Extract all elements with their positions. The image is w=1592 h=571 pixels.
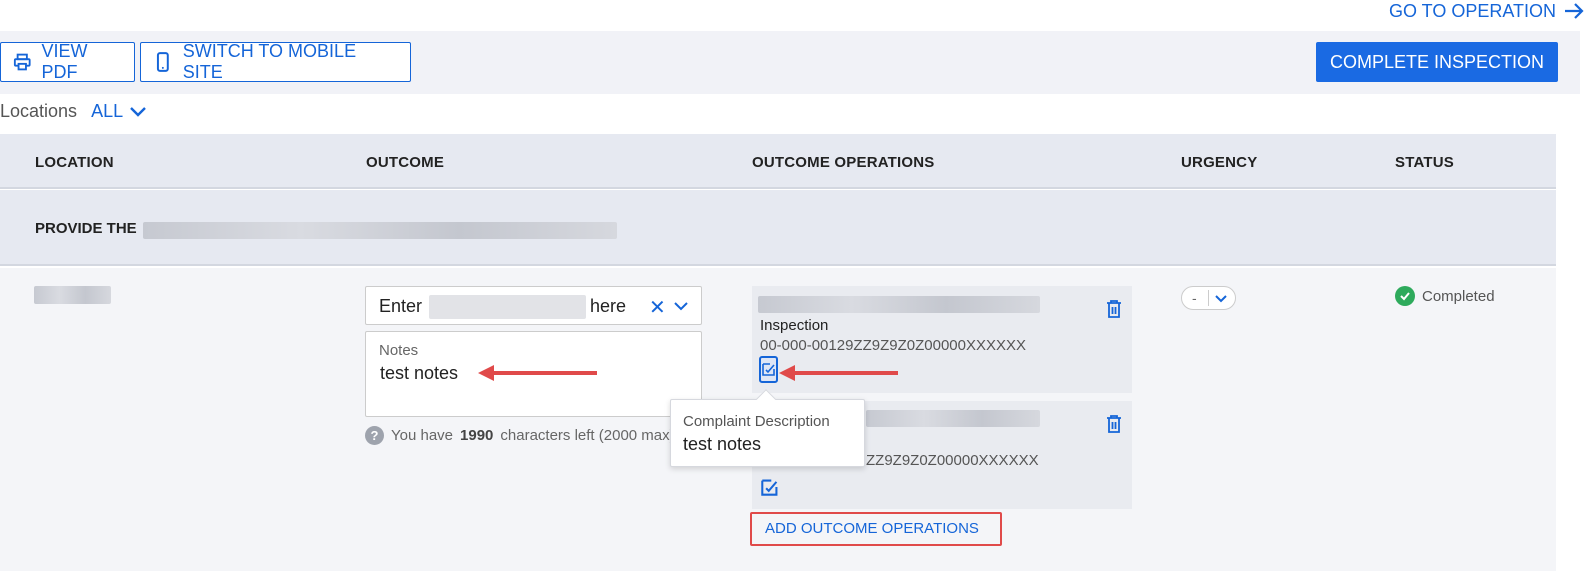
edit-icon[interactable] — [761, 478, 779, 496]
view-pdf-label: VIEW PDF — [41, 41, 88, 82]
column-header-outcome: OUTCOME — [366, 154, 445, 171]
locations-value: ALL — [91, 101, 124, 121]
redacted-group-name — [143, 222, 617, 239]
redacted-outcome — [429, 295, 586, 319]
printer-icon — [13, 53, 31, 71]
outcome-prefix: Enter — [379, 296, 423, 316]
outcome-select[interactable]: Enter here ✕ — [365, 286, 702, 325]
status-badge: Completed — [1395, 286, 1495, 306]
notes-label: Notes — [379, 342, 419, 359]
trash-icon[interactable] — [1106, 300, 1122, 318]
chevron-down-icon — [130, 106, 146, 117]
chevron-down-icon — [1215, 295, 1227, 303]
urgency-divider — [1208, 290, 1209, 306]
switch-mobile-button[interactable]: SWITCH TO MOBILE SITE — [140, 41, 411, 82]
status-label: Completed — [1422, 287, 1495, 305]
notes-value: test notes — [380, 363, 459, 383]
complete-inspection-button[interactable]: COMPLETE INSPECTION — [1315, 42, 1558, 82]
trash-icon[interactable] — [1106, 415, 1122, 433]
redacted-location — [34, 286, 111, 304]
column-header-location: LOCATION — [35, 154, 114, 171]
go-to-operation-link[interactable]: GO TO OPERATION — [1389, 0, 1584, 22]
column-header-urgency: URGENCY — [1181, 154, 1258, 171]
group-row: PROVIDE THE — [0, 190, 1556, 266]
operation-code: 00-000-00129ZZ9Z9Z0Z00000XXXXXX — [760, 337, 1026, 354]
chars-suffix: characters left (2000 max) — [500, 426, 675, 444]
annotation-arrow-edit — [779, 365, 898, 381]
group-label: PROVIDE THE — [35, 220, 137, 237]
tooltip-title: Complaint Description — [683, 413, 830, 430]
edit-icon — [762, 363, 775, 376]
close-icon[interactable]: ✕ — [649, 295, 666, 320]
chevron-down-icon[interactable] — [673, 298, 689, 314]
redacted-operation-title — [758, 296, 1040, 313]
operation-name: Inspection — [760, 317, 829, 334]
urgency-value: - — [1192, 290, 1197, 306]
locations-select[interactable]: ALL — [91, 101, 147, 122]
chars-prefix: You have — [391, 426, 454, 444]
view-pdf-button[interactable]: VIEW PDF — [0, 41, 135, 82]
table-header: LOCATION OUTCOME OUTCOME OPERATIONS URGE… — [0, 134, 1556, 189]
operation-code: ZZ9Z9Z0Z00000XXXXXX — [866, 452, 1039, 469]
annotation-arrow-notes — [478, 365, 597, 381]
column-header-outcome-operations: OUTCOME OPERATIONS — [752, 154, 935, 171]
outcome-suffix: here — [590, 296, 627, 316]
locations-label: Locations — [0, 101, 78, 121]
annotation-highlight-box — [750, 512, 1002, 546]
mobile-phone-icon — [156, 52, 169, 72]
switch-mobile-label: SWITCH TO MOBILE SITE — [182, 41, 357, 82]
help-icon: ? — [365, 425, 384, 445]
edit-button-active[interactable] — [759, 356, 778, 383]
tooltip-value: test notes — [683, 434, 762, 454]
check-circle-icon — [1395, 286, 1415, 306]
redacted-operation-title — [866, 410, 1040, 427]
locations-filter: Locations ALL — [0, 101, 147, 122]
column-header-status: STATUS — [1395, 154, 1454, 171]
complaint-description-tooltip: Complaint Description test notes — [670, 389, 865, 467]
go-to-operation-label: GO TO OPERATION — [1388, 0, 1556, 21]
arrow-right-icon — [1565, 3, 1584, 19]
toolbar: VIEW PDF SWITCH TO MOBILE SITE COMPLETE … — [0, 31, 1580, 94]
characters-left: ? You have 1990 characters left (2000 ma… — [365, 425, 685, 445]
chars-count: 1990 — [460, 426, 494, 444]
urgency-select[interactable]: - — [1181, 286, 1236, 310]
